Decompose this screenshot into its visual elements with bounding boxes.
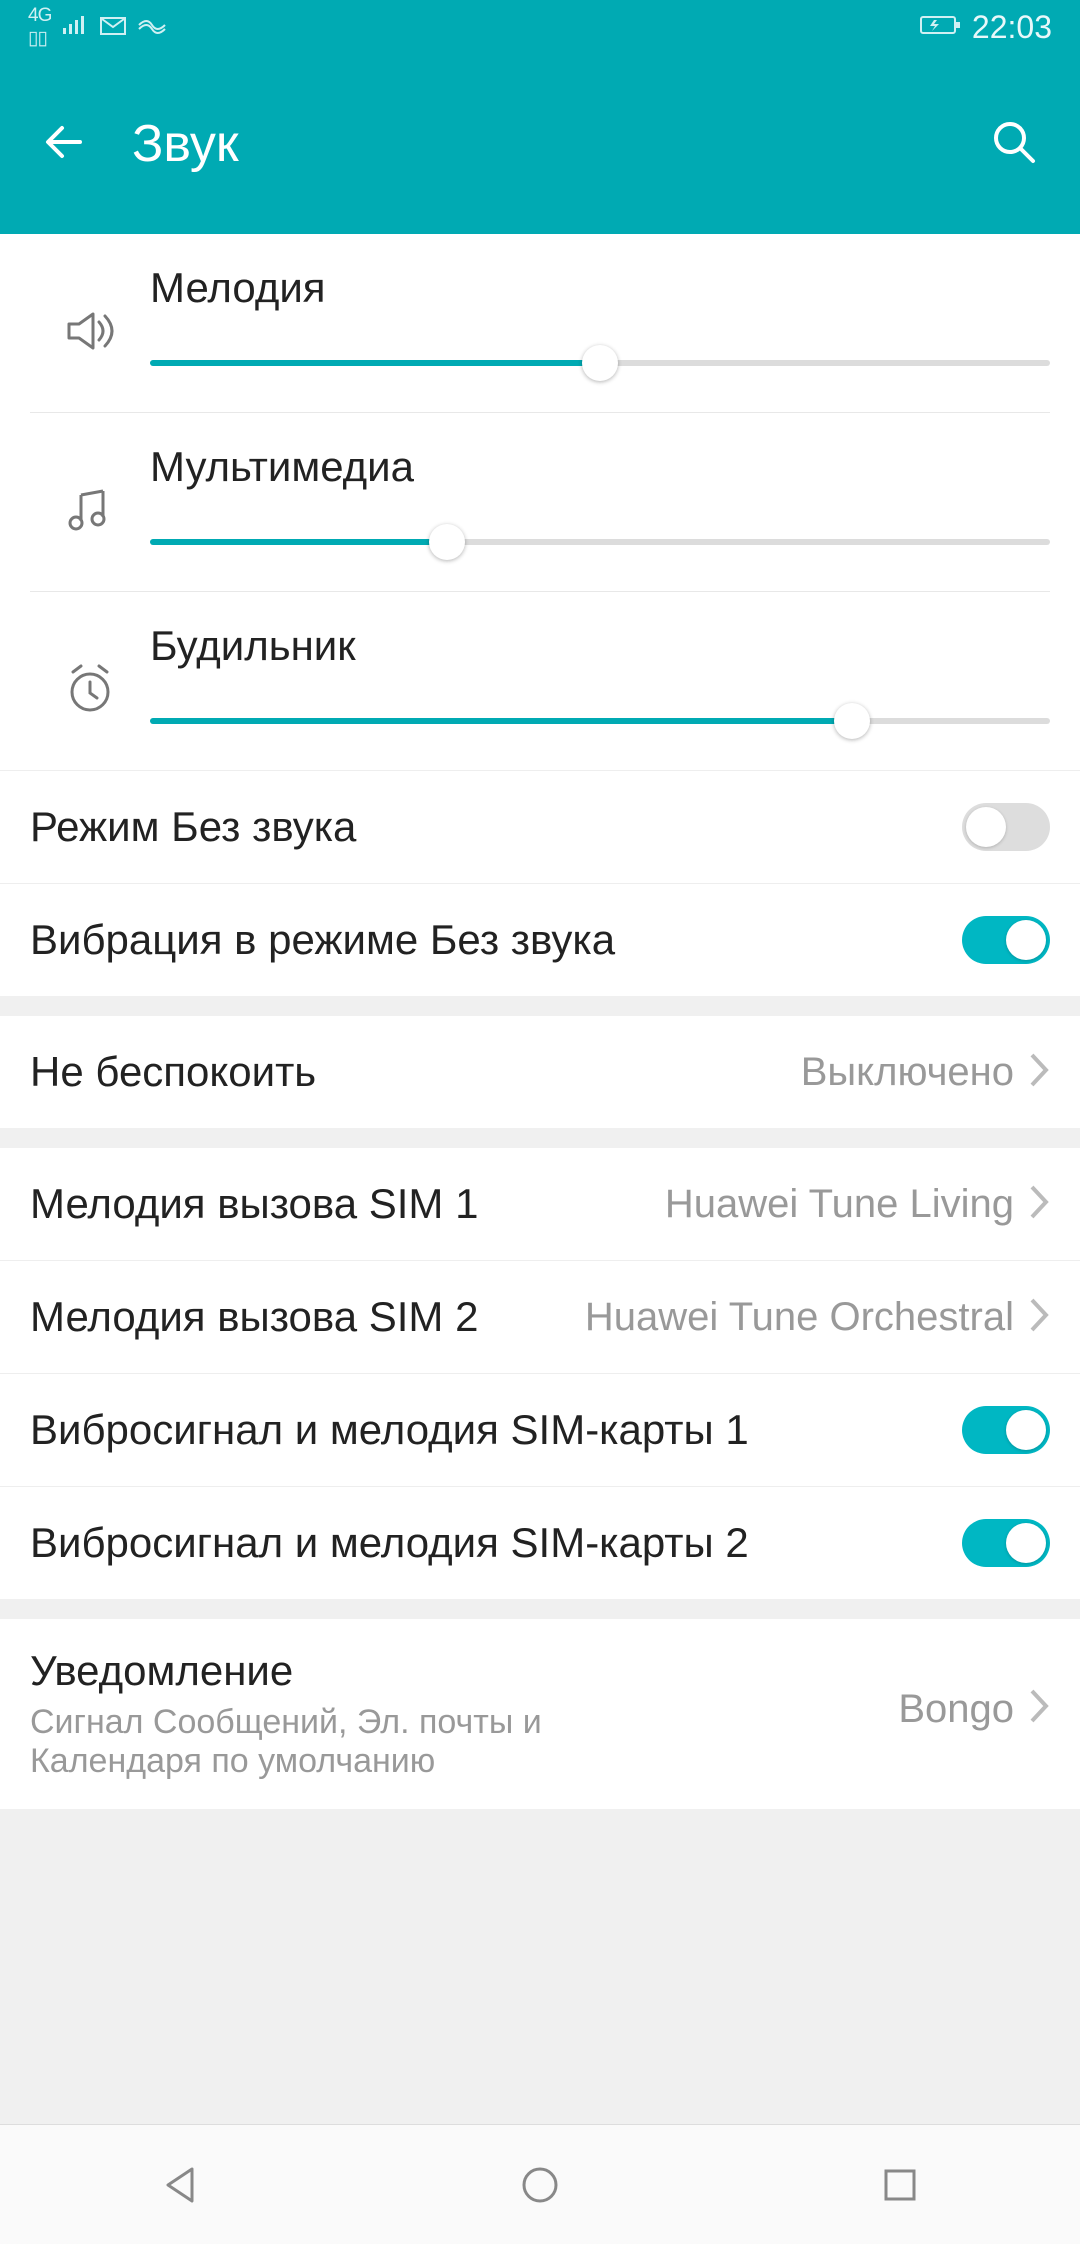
alarm-icon xyxy=(30,622,150,716)
music-icon xyxy=(30,443,150,537)
dnd-row[interactable]: Не беспокоить Выключено xyxy=(0,1016,1080,1128)
chevron-right-icon xyxy=(1026,1647,1050,1730)
media-slider-label: Мультимедиа xyxy=(150,443,1050,491)
vibro-sim1-label: Вибросигнал и мелодия SIM-карты 1 xyxy=(30,1406,962,1454)
nav-recent-button[interactable] xyxy=(870,2155,930,2215)
sim2-ringtone-value: Huawei Tune Orchestral xyxy=(585,1295,1014,1340)
network-icon: 4G▯▯ xyxy=(28,5,51,50)
ringtone-slider-label: Мелодия xyxy=(150,264,1050,312)
section-divider xyxy=(0,1128,1080,1148)
sim2-ringtone-row[interactable]: Мелодия вызова SIM 2 Huawei Tune Orchest… xyxy=(0,1260,1080,1373)
status-bar: 4G▯▯ 22:03 xyxy=(0,0,1080,54)
status-time: 22:03 xyxy=(972,9,1052,46)
vibro-sim1-row[interactable]: Вибросигнал и мелодия SIM-карты 1 xyxy=(0,1373,1080,1486)
mail-icon xyxy=(99,12,127,43)
vibrate-silent-label: Вибрация в режиме Без звука xyxy=(30,916,962,964)
media-slider-row: Мультимедиа xyxy=(30,412,1050,591)
sim1-ringtone-row[interactable]: Мелодия вызова SIM 1 Huawei Tune Living xyxy=(0,1148,1080,1260)
sim1-ringtone-label: Мелодия вызова SIM 1 xyxy=(30,1180,665,1228)
back-button[interactable] xyxy=(40,116,92,173)
ringtone-slider-row: Мелодия xyxy=(30,234,1050,412)
section-divider xyxy=(0,996,1080,1016)
vibro-sim2-row[interactable]: Вибросигнал и мелодия SIM-карты 2 xyxy=(0,1486,1080,1599)
nav-home-button[interactable] xyxy=(510,2155,570,2215)
media-slider[interactable] xyxy=(150,527,1050,557)
notification-row[interactable]: Уведомление Сигнал Сообщений, Эл. почты … xyxy=(0,1619,1080,1809)
signal-icon xyxy=(61,12,89,43)
alarm-slider-label: Будильник xyxy=(150,622,1050,670)
notification-label: Уведомление xyxy=(30,1647,898,1695)
vibrate-silent-row[interactable]: Вибрация в режиме Без звука xyxy=(0,883,1080,996)
chevron-right-icon xyxy=(1026,1183,1050,1226)
silent-mode-label: Режим Без звука xyxy=(30,803,962,851)
notification-value: Bongo xyxy=(898,1647,1014,1732)
dnd-label: Не беспокоить xyxy=(30,1048,801,1096)
volume-sliders-section: Мелодия Мультимедиа xyxy=(0,234,1080,996)
sim1-ringtone-value: Huawei Tune Living xyxy=(665,1182,1014,1227)
nav-back-button[interactable] xyxy=(150,2155,210,2215)
navigation-bar xyxy=(0,2124,1080,2244)
vibro-sim2-toggle[interactable] xyxy=(962,1519,1050,1567)
battery-icon xyxy=(920,12,962,43)
page-title: Звук xyxy=(132,114,988,174)
header: Звук xyxy=(0,54,1080,234)
alarm-slider[interactable] xyxy=(150,706,1050,736)
section-divider xyxy=(0,1599,1080,1619)
chevron-right-icon xyxy=(1026,1296,1050,1339)
vibro-sim1-toggle[interactable] xyxy=(962,1406,1050,1454)
vibro-sim2-label: Вибросигнал и мелодия SIM-карты 2 xyxy=(30,1519,962,1567)
chevron-right-icon xyxy=(1026,1051,1050,1094)
status-left: 4G▯▯ xyxy=(28,5,167,50)
speaker-icon xyxy=(30,264,150,358)
silent-mode-row[interactable]: Режим Без звука xyxy=(0,770,1080,883)
status-right: 22:03 xyxy=(920,9,1052,46)
sim2-ringtone-label: Мелодия вызова SIM 2 xyxy=(30,1293,585,1341)
vibrate-silent-toggle[interactable] xyxy=(962,916,1050,964)
dnd-value: Выключено xyxy=(801,1050,1014,1095)
alarm-slider-row: Будильник xyxy=(30,591,1050,770)
notification-sub: Сигнал Сообщений, Эл. почты и Календаря … xyxy=(30,1703,590,1781)
ringtone-slider[interactable] xyxy=(150,348,1050,378)
sync-icon xyxy=(137,12,167,43)
silent-mode-toggle[interactable] xyxy=(962,803,1050,851)
search-button[interactable] xyxy=(988,116,1040,173)
